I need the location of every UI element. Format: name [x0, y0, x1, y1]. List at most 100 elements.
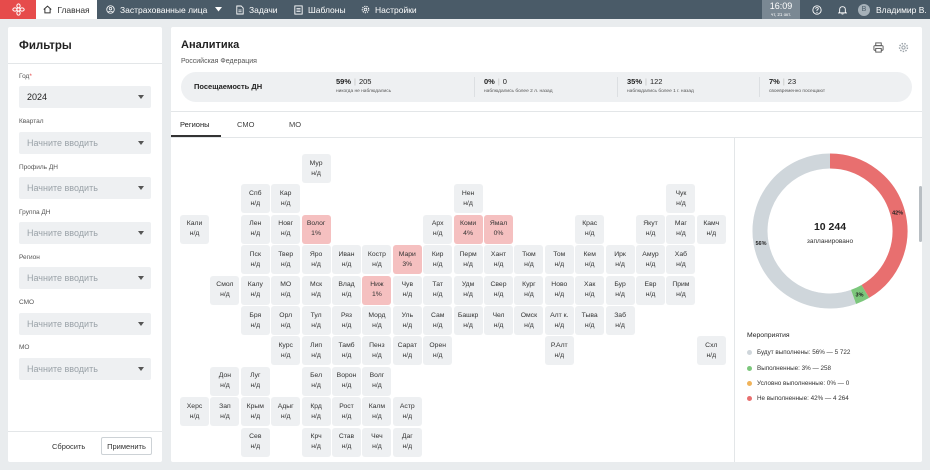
region-tile[interactable]: Чук н/д: [666, 184, 696, 214]
help-button[interactable]: [810, 0, 824, 19]
region-tile[interactable]: Рост н/д: [332, 397, 361, 427]
region-tile[interactable]: Омск н/д: [514, 306, 544, 335]
region-tile[interactable]: Адыг н/д: [271, 397, 301, 427]
region-tile[interactable]: Хант н/д: [484, 245, 513, 275]
region-tile[interactable]: Чел н/д: [484, 306, 513, 335]
region-tile[interactable]: МО н/д: [271, 275, 301, 305]
region-tile[interactable]: Тюм н/д: [514, 245, 544, 275]
nav-insured-persons[interactable]: Застрахованные лица: [106, 0, 223, 19]
region-tile[interactable]: Иван н/д: [332, 245, 361, 275]
region-tile[interactable]: Удм н/д: [453, 275, 483, 305]
region-tile[interactable]: Ямал 0%: [484, 214, 513, 244]
region-tile[interactable]: Уль н/д: [392, 306, 422, 335]
region-tile[interactable]: Лип н/д: [301, 336, 331, 366]
region-tile[interactable]: Перм н/д: [453, 245, 483, 275]
region-tile[interactable]: Сарат н/д: [392, 336, 422, 366]
region-tile[interactable]: Крч н/д: [301, 427, 331, 457]
region-tile[interactable]: Арх н/д: [423, 214, 453, 244]
region-tile[interactable]: Ворон н/д: [332, 366, 361, 396]
nav-settings[interactable]: Настройки: [361, 0, 417, 19]
user-menu[interactable]: В Владимир В.: [858, 0, 927, 19]
region-tile[interactable]: Тыва н/д: [575, 306, 605, 335]
region-tile[interactable]: Хак н/д: [575, 275, 605, 305]
tab-mo[interactable]: МО: [289, 120, 301, 129]
region-tile[interactable]: Курс н/д: [271, 336, 301, 366]
region-tile[interactable]: Кир н/д: [423, 245, 453, 275]
apply-button[interactable]: Применить: [101, 437, 152, 455]
region-tile[interactable]: Камч н/д: [696, 214, 726, 244]
region-tile[interactable]: Р.Алт н/д: [544, 336, 574, 366]
region-tile[interactable]: Чув н/д: [392, 275, 422, 305]
region-tile[interactable]: Схл н/д: [696, 336, 726, 366]
region-tile[interactable]: Кем н/д: [575, 245, 605, 275]
region-tile[interactable]: Пск н/д: [240, 245, 270, 275]
region-tile[interactable]: Смол н/д: [210, 275, 240, 305]
region-tile[interactable]: Став н/д: [332, 427, 361, 457]
region-tile[interactable]: Волг н/д: [362, 366, 392, 396]
dn-group-select[interactable]: Начните вводить: [19, 222, 151, 244]
region-select[interactable]: Начните вводить: [19, 267, 151, 289]
region-tile[interactable]: Орен н/д: [423, 336, 453, 366]
reset-button[interactable]: Сбросить: [52, 437, 85, 455]
region-tile[interactable]: Дон н/д: [210, 366, 240, 396]
region-tile[interactable]: Евр н/д: [636, 275, 665, 305]
region-tile[interactable]: Крд н/д: [301, 397, 331, 427]
region-tile[interactable]: Лен н/д: [240, 214, 270, 244]
region-tile[interactable]: Маг н/д: [666, 214, 696, 244]
region-tile[interactable]: Влад н/д: [332, 275, 361, 305]
region-tile[interactable]: Том н/д: [544, 245, 574, 275]
region-tile[interactable]: Тат н/д: [423, 275, 453, 305]
region-tile[interactable]: Луг н/д: [240, 366, 270, 396]
region-tile[interactable]: Коми 4%: [453, 214, 483, 244]
region-tile[interactable]: Даг н/д: [392, 427, 422, 457]
region-tile[interactable]: Крас н/д: [575, 214, 605, 244]
nav-tasks[interactable]: Задачи: [236, 0, 278, 19]
dn-profile-select[interactable]: Начните вводить: [19, 177, 151, 199]
nav-templates[interactable]: Шаблоны: [294, 0, 346, 19]
region-tile[interactable]: Тул н/д: [301, 306, 331, 335]
region-tile[interactable]: Кар н/д: [271, 184, 301, 214]
region-tile[interactable]: Мур н/д: [301, 154, 331, 183]
region-tile[interactable]: Прим н/д: [666, 275, 696, 305]
mo-select[interactable]: Начните вводить: [19, 358, 151, 380]
region-tile[interactable]: Зап н/д: [210, 397, 240, 427]
region-tile[interactable]: Тамб н/д: [332, 336, 361, 366]
app-logo[interactable]: [0, 0, 36, 19]
region-tile[interactable]: Волог 1%: [301, 214, 331, 244]
region-tile[interactable]: Нен н/д: [453, 184, 483, 214]
region-tile[interactable]: Астр н/д: [392, 397, 422, 427]
print-button[interactable]: [873, 40, 884, 53]
region-tile[interactable]: Новг н/д: [271, 214, 301, 244]
region-tile[interactable]: Бел н/д: [301, 366, 331, 396]
region-tile[interactable]: Ряз н/д: [332, 306, 361, 335]
region-tile[interactable]: Крым н/д: [240, 397, 270, 427]
region-tile[interactable]: Яро н/д: [301, 245, 331, 275]
region-tile[interactable]: Заб н/д: [605, 306, 635, 335]
quarter-select[interactable]: Начните вводить: [19, 132, 151, 154]
region-tile[interactable]: Бур н/д: [605, 275, 635, 305]
region-tile[interactable]: Орл н/д: [271, 306, 301, 335]
region-tile[interactable]: Мск н/д: [301, 275, 331, 305]
region-tile[interactable]: Костр н/д: [362, 245, 392, 275]
region-tile[interactable]: Кург н/д: [514, 275, 544, 305]
region-tile[interactable]: Алт к. н/д: [544, 306, 574, 335]
smo-select[interactable]: Начните вводить: [19, 313, 151, 335]
region-tile[interactable]: Пенз н/д: [362, 336, 392, 366]
settings-button[interactable]: [898, 40, 909, 53]
tab-smo[interactable]: СМО: [237, 120, 254, 129]
region-tile[interactable]: Свер н/д: [484, 275, 513, 305]
region-tile[interactable]: Сам н/д: [423, 306, 453, 335]
region-tile[interactable]: Чеч н/д: [362, 427, 392, 457]
region-tile[interactable]: Морд н/д: [362, 306, 392, 335]
region-tile[interactable]: Спб н/д: [240, 184, 270, 214]
region-tile[interactable]: Мари 3%: [392, 245, 422, 275]
nav-home[interactable]: Главная: [36, 0, 97, 19]
region-tile[interactable]: Бря н/д: [240, 306, 270, 335]
region-tile[interactable]: Херс н/д: [180, 397, 209, 427]
tab-regions[interactable]: Регионы: [180, 120, 209, 129]
region-tile[interactable]: Ирк н/д: [605, 245, 635, 275]
region-tile[interactable]: Сев н/д: [240, 427, 270, 457]
scrollbar[interactable]: [919, 186, 922, 242]
year-select[interactable]: 2024: [19, 86, 151, 108]
region-tile[interactable]: Калу н/д: [240, 275, 270, 305]
